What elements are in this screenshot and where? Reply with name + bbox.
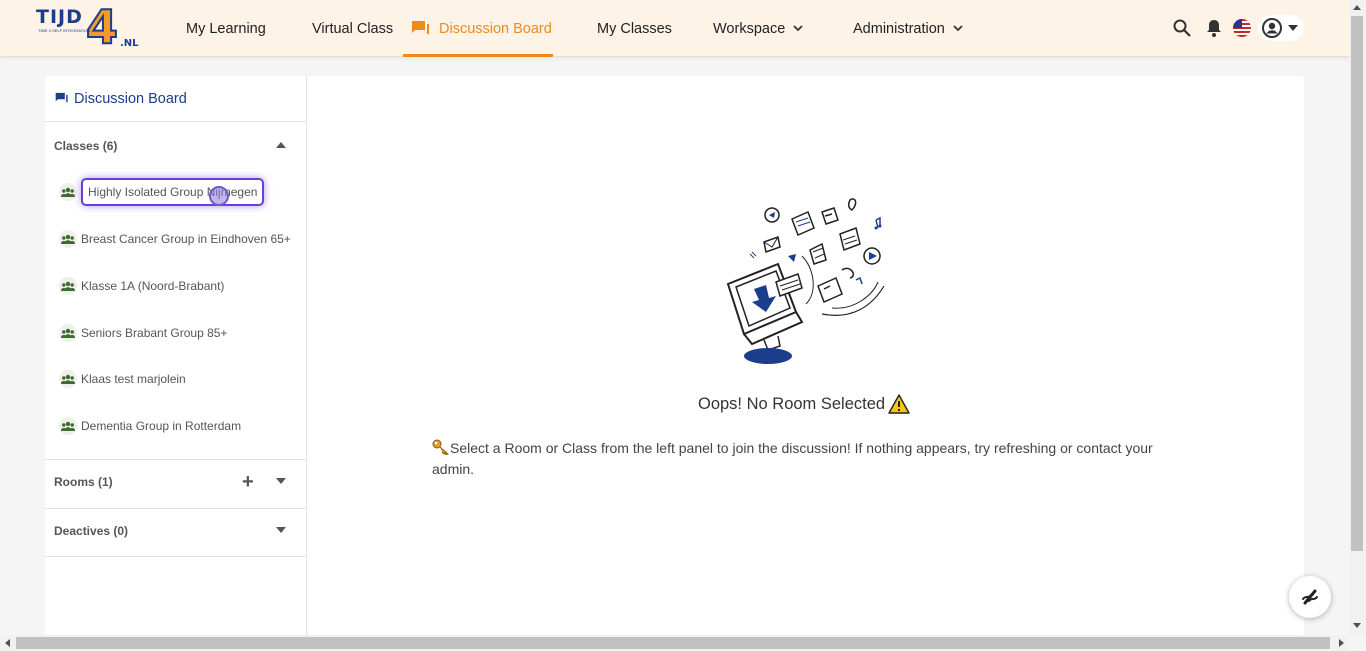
logo-tagline: TIME 4 SELF INTEGRATION bbox=[38, 28, 91, 33]
warning-icon bbox=[888, 394, 910, 414]
add-room-button[interactable]: + bbox=[242, 471, 254, 493]
sidebar-header: Discussion Board bbox=[45, 76, 306, 122]
nav-administration[interactable]: Administration bbox=[853, 0, 963, 57]
scroll-left-icon[interactable] bbox=[5, 639, 10, 647]
class-item-highly-isolated-group-nijmegen[interactable]: Highly Isolated Group Nijmegen bbox=[59, 178, 265, 206]
chevron-down-icon bbox=[793, 25, 803, 32]
class-item-breast-cancer-group-eindhoven[interactable]: Breast Cancer Group in Eindhoven 65+ bbox=[59, 227, 291, 251]
scroll-down-icon[interactable] bbox=[1353, 623, 1361, 628]
us-flag-icon[interactable] bbox=[1231, 17, 1253, 39]
class-item-label: Seniors Brabant Group 85+ bbox=[81, 326, 228, 340]
class-item-dementia-group-rotterdam[interactable]: Dementia Group in Rotterdam bbox=[59, 414, 241, 438]
vertical-scroll-thumb[interactable] bbox=[1351, 16, 1363, 551]
classes-section-toggle[interactable]: Classes (6) bbox=[45, 135, 306, 157]
scroll-up-icon[interactable] bbox=[1353, 5, 1361, 10]
class-item-seniors-brabant-group[interactable]: Seniors Brabant Group 85+ bbox=[59, 321, 227, 345]
nav-my-classes[interactable]: My Classes bbox=[597, 0, 672, 57]
tijd4-logo[interactable]: TIJD 4 .NL TIME 4 SELF INTEGRATION bbox=[34, 0, 142, 55]
deactives-section-label: Deactives (0) bbox=[54, 524, 129, 538]
nav-label: Administration bbox=[853, 20, 945, 37]
nav-label: My Classes bbox=[597, 20, 672, 37]
logo-text: TIJD bbox=[36, 6, 83, 28]
discussion-sidebar: Discussion Board Classes (6) Highly Isol… bbox=[45, 76, 307, 636]
top-navigation-bar: TIJD 4 .NL TIME 4 SELF INTEGRATION My Le… bbox=[0, 0, 1349, 57]
divider bbox=[45, 508, 306, 509]
account-icon bbox=[1262, 18, 1282, 38]
empty-state-message: Select a Room or Class from the left pan… bbox=[432, 438, 1172, 480]
empty-state-title: Oops! No Room Selected bbox=[698, 394, 910, 414]
class-item-klaas-test-marjolein[interactable]: Klaas test marjolein bbox=[59, 367, 186, 391]
logo-digit: 4 bbox=[85, 0, 119, 55]
classes-section-label: Classes (6) bbox=[54, 139, 118, 153]
deactives-section-toggle[interactable]: Deactives (0) bbox=[45, 520, 306, 542]
class-item-label: Klasse 1A (Noord-Brabant) bbox=[81, 279, 225, 293]
nav-label: Virtual Class bbox=[312, 20, 394, 37]
forum-icon bbox=[55, 92, 68, 103]
class-item-label: Klaas test marjolein bbox=[81, 372, 186, 386]
class-item-label: Highly Isolated Group Nijmegen bbox=[81, 178, 265, 206]
class-item-label: Dementia Group in Rotterdam bbox=[81, 419, 242, 433]
account-menu-button[interactable] bbox=[1258, 15, 1304, 41]
nav-label: Discussion Board bbox=[439, 20, 552, 37]
empty-title-text: Oops! No Room Selected bbox=[698, 394, 886, 413]
vertical-scrollbar[interactable] bbox=[1349, 0, 1366, 635]
group-icon bbox=[59, 230, 77, 248]
caret-up-icon bbox=[276, 142, 286, 148]
swap-icon bbox=[1302, 589, 1318, 605]
forum-icon bbox=[412, 20, 429, 35]
group-icon bbox=[59, 370, 77, 388]
empty-message-text: Select a Room or Class from the left pan… bbox=[432, 440, 1153, 477]
logo-suffix: .NL bbox=[120, 38, 139, 49]
chevron-down-icon bbox=[953, 25, 963, 32]
horizontal-scroll-thumb[interactable] bbox=[16, 637, 1330, 649]
rooms-section-label: Rooms (1) bbox=[54, 475, 113, 489]
nav-label: My Learning bbox=[186, 20, 266, 37]
caret-down-icon bbox=[276, 478, 286, 484]
nav-virtual-class[interactable]: Virtual Class bbox=[312, 0, 393, 57]
bell-icon[interactable] bbox=[1203, 17, 1225, 39]
nav-label: Workspace bbox=[713, 20, 786, 37]
caret-down-icon bbox=[276, 527, 286, 533]
scroll-right-icon[interactable] bbox=[1339, 639, 1344, 647]
caret-down-icon bbox=[1288, 25, 1298, 31]
divider bbox=[45, 459, 306, 460]
divider bbox=[45, 556, 306, 557]
class-item-label: Breast Cancer Group in Eindhoven 65+ bbox=[81, 232, 291, 246]
sidebar-title: Discussion Board bbox=[74, 90, 187, 107]
search-icon[interactable] bbox=[1171, 17, 1193, 39]
group-icon bbox=[59, 324, 77, 342]
support-chat-button[interactable] bbox=[1289, 576, 1331, 618]
class-item-klasse-1a[interactable]: Klasse 1A (Noord-Brabant) bbox=[59, 274, 224, 298]
nav-workspace[interactable]: Workspace bbox=[713, 0, 803, 57]
group-icon bbox=[59, 417, 77, 435]
group-icon bbox=[59, 277, 77, 295]
group-icon bbox=[59, 183, 77, 201]
mouse-cursor-indicator bbox=[209, 186, 229, 206]
active-tab-indicator bbox=[403, 54, 553, 57]
key-icon bbox=[432, 439, 449, 456]
horizontal-scrollbar[interactable] bbox=[0, 635, 1349, 651]
nav-discussion-board[interactable]: Discussion Board bbox=[411, 0, 552, 57]
no-room-illustration-icon bbox=[726, 198, 885, 364]
rooms-section-toggle[interactable]: Rooms (1) + bbox=[45, 471, 306, 493]
nav-my-learning[interactable]: My Learning bbox=[186, 0, 266, 57]
